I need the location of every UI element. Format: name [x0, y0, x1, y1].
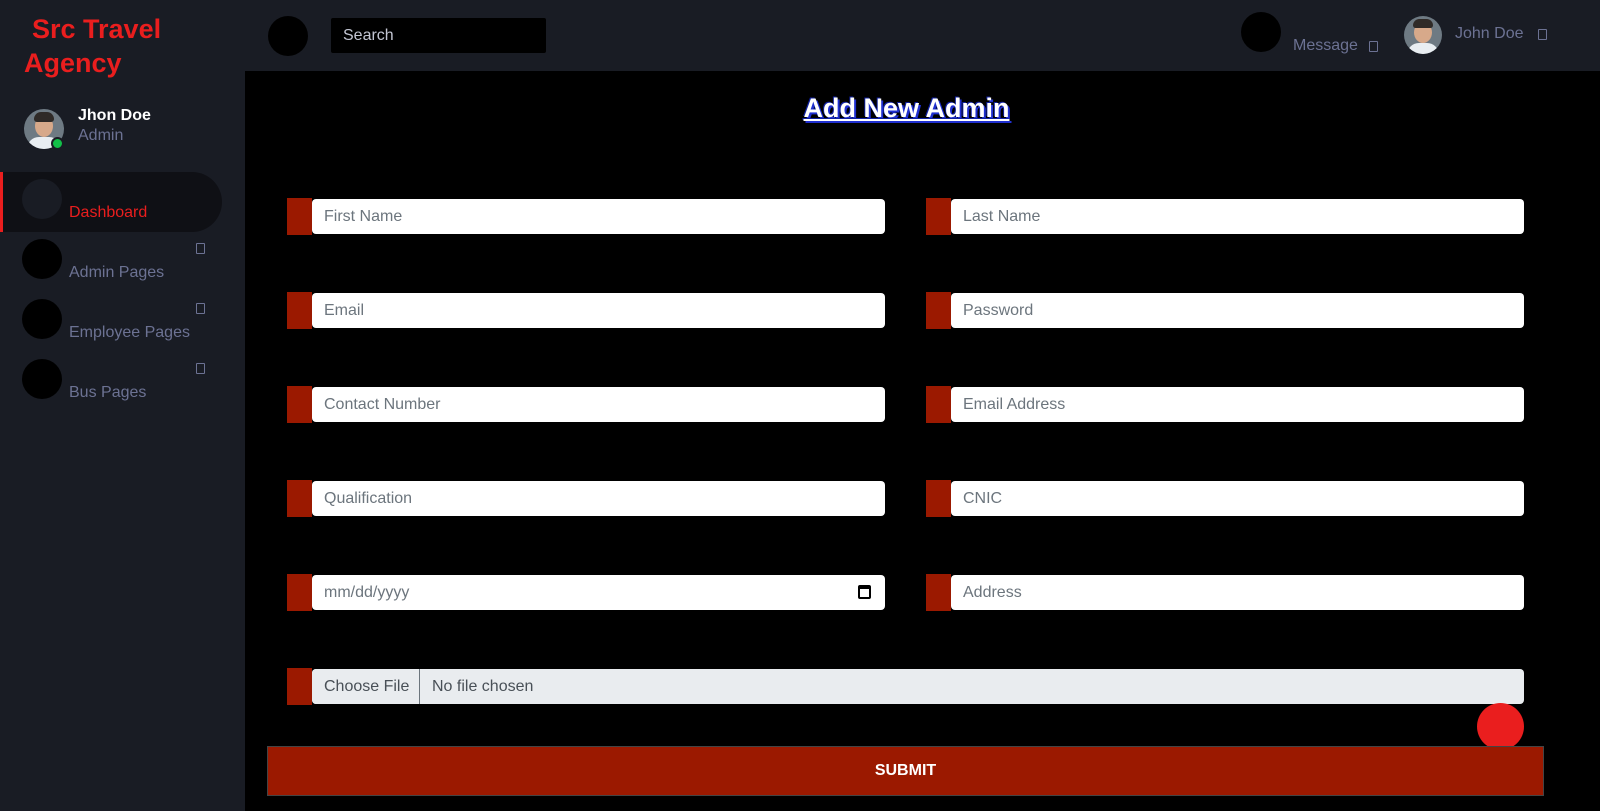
sidebar-item-label: Bus Pages: [69, 384, 147, 401]
profile-name: Jhon Doe: [78, 107, 151, 124]
file-status: No file chosen: [432, 678, 534, 695]
sidebar-item-dashboard[interactable]: Dashboard: [0, 172, 222, 232]
search-input[interactable]: [331, 18, 546, 53]
sidebar: Src Travel Agency Jhon Doe Admin Dashboa…: [0, 0, 245, 811]
file-upload-group: Choose File No file chosen: [287, 668, 1524, 705]
field-accent-bar: [926, 198, 951, 235]
submit-button[interactable]: SUBMIT: [267, 746, 1544, 796]
address-group: [926, 574, 1524, 611]
email-group: [287, 292, 885, 329]
online-status-dot: [51, 137, 64, 150]
user-avatar[interactable]: [1404, 16, 1442, 54]
admin-pages-icon: [22, 239, 62, 279]
chevron-down-icon[interactable]: [1538, 29, 1547, 40]
chevron-down-icon: [196, 243, 205, 254]
qualification-group: [287, 480, 885, 517]
qualification-field[interactable]: [312, 481, 885, 516]
file-input[interactable]: Choose File No file chosen: [312, 669, 1524, 704]
topbar: Message John Doe: [245, 0, 1600, 71]
sidebar-item-label: Admin Pages: [69, 264, 165, 281]
field-accent-bar: [926, 386, 951, 423]
last-name-field[interactable]: [951, 199, 1524, 234]
field-accent-bar: [287, 574, 312, 611]
field-accent-bar: [287, 198, 312, 235]
employee-pages-icon: [22, 299, 62, 339]
cnic-group: [926, 480, 1524, 517]
field-accent-bar: [287, 386, 312, 423]
first-name-field[interactable]: [312, 199, 885, 234]
first-name-group: [287, 198, 885, 235]
chevron-down-icon: [196, 363, 205, 374]
main-content: Add New Admin First Name Last Name Email…: [245, 71, 1600, 811]
password-group: [926, 292, 1524, 329]
brand-line-2: Agency: [24, 48, 122, 78]
page-title: Add New Admin: [803, 93, 1010, 123]
choose-file-button[interactable]: Choose File: [312, 669, 420, 704]
field-accent-bar: [287, 292, 312, 329]
address-field[interactable]: [951, 575, 1524, 610]
sidebar-item-label: Dashboard: [69, 204, 148, 221]
chevron-down-icon[interactable]: [1369, 41, 1378, 52]
sidebar-item-label: Employee Pages: [69, 324, 190, 341]
contact-number-group: [287, 386, 885, 423]
menu-toggle-button[interactable]: [268, 16, 308, 56]
password-field[interactable]: [951, 293, 1524, 328]
chevron-down-icon: [196, 303, 205, 314]
dashboard-icon: [22, 179, 62, 219]
brand-logo[interactable]: Src Travel Agency: [24, 12, 214, 80]
cnic-field[interactable]: [951, 481, 1524, 516]
contact-number-field[interactable]: [312, 387, 885, 422]
field-accent-bar: [287, 480, 312, 517]
email-field[interactable]: [312, 293, 885, 328]
sidebar-item-employee-pages[interactable]: Employee Pages: [0, 292, 222, 352]
date-field[interactable]: [312, 575, 885, 610]
calendar-icon[interactable]: [858, 585, 871, 599]
field-accent-bar: [926, 292, 951, 329]
user-menu[interactable]: John Doe: [1455, 25, 1524, 43]
date-group: [287, 574, 885, 611]
email-address-group: [926, 386, 1524, 423]
message-dropdown[interactable]: Message: [1293, 37, 1358, 55]
field-accent-bar: [926, 574, 951, 611]
field-accent-bar: [926, 480, 951, 517]
email-address-field[interactable]: [951, 387, 1524, 422]
last-name-group: [926, 198, 1524, 235]
sidebar-item-admin-pages[interactable]: Admin Pages: [0, 232, 222, 292]
sidebar-item-bus-pages[interactable]: Bus Pages: [0, 352, 222, 412]
message-icon[interactable]: [1241, 12, 1281, 52]
bus-pages-icon: [22, 359, 62, 399]
brand-line-1: Src Travel: [32, 14, 162, 44]
field-accent-bar: [287, 668, 312, 705]
profile-role: Admin: [78, 127, 124, 144]
floating-action-button[interactable]: [1477, 703, 1524, 750]
